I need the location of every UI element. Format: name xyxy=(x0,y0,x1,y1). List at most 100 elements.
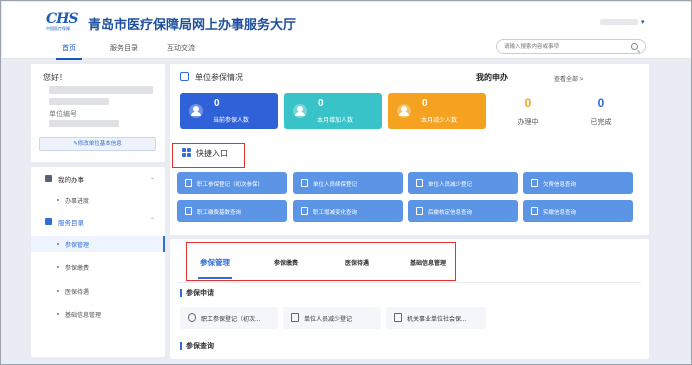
sidebar-group-service-catalog[interactable]: 服务目录 ⌃ xyxy=(31,214,165,230)
sidebar-group-label: 服务目录 xyxy=(58,220,84,227)
item-label: 职工参保登记（初次... xyxy=(201,317,261,323)
stat-value: 0 xyxy=(214,98,220,109)
sidebar-menu: 我的办事 ⌄ 办事进度 服务目录 ⌃ 参保管理 参保缴费 医保待遇 基础信息管理 xyxy=(31,167,165,357)
sidebar-item-medical-benefits[interactable]: 医保待遇 xyxy=(31,283,165,299)
stat-label: 当前参保人数 xyxy=(213,118,250,124)
tabs-divider xyxy=(178,282,641,283)
item-label: 机关事业单位社会保... xyxy=(407,317,467,323)
page-frame: CHS 中国医疗保障 青岛市医疗保障局网上办事服务大厅 ▾ 首页 服务目录 互动… xyxy=(0,0,692,365)
quick-btn-back-payment-query[interactable]: 后缴核定信息查询 xyxy=(408,200,518,222)
tab-basic-info[interactable]: 基础信息管理 xyxy=(410,258,446,267)
sidebar-item-enrollment-management[interactable]: 参保管理 xyxy=(31,236,165,252)
form-icon xyxy=(416,207,423,215)
todo-value: 0 xyxy=(597,96,605,110)
quick-btn-renewal[interactable]: 单位人员续保登记 xyxy=(293,172,403,194)
blurred-unit-name-2 xyxy=(49,98,109,105)
todo-value: 0 xyxy=(524,96,532,110)
nav-tab-service-catalog[interactable]: 服务目录 xyxy=(110,43,138,59)
stat-tile-current-insured[interactable]: 0 当前参保人数 xyxy=(180,93,278,129)
catalog-icon xyxy=(45,218,52,225)
unit-number-label: 单位编号 xyxy=(49,111,77,118)
quick-btn-arrears-query[interactable]: 欠费信息查询 xyxy=(523,172,633,194)
site-title: 青岛市医疗保障局网上办事服务大厅 xyxy=(88,17,297,32)
quick-btn-label: 欠费信息查询 xyxy=(543,182,577,188)
sidebar-item-label: 办事进度 xyxy=(65,199,90,205)
document-icon xyxy=(291,313,299,322)
quick-btn-label: 单位人员减少登记 xyxy=(428,182,473,188)
sidebar-item-label: 参保管理 xyxy=(65,243,90,249)
stat-label: 本月增加人数 xyxy=(317,118,354,124)
document-icon xyxy=(394,313,402,322)
stat-value: 0 xyxy=(318,98,324,109)
quick-btn-employee-first-enrollment[interactable]: 职工参保登记（初次参保） xyxy=(177,172,287,194)
todo-in-progress[interactable]: 0 办理中 xyxy=(498,96,558,127)
search-icon[interactable] xyxy=(631,43,638,50)
nav-tab-interaction[interactable]: 互动交流 xyxy=(167,43,195,59)
quick-entry-heading: 快捷入口 xyxy=(182,148,228,159)
sidebar-group-label: 我的办事 xyxy=(58,177,84,184)
blurred-unit-name xyxy=(49,86,153,94)
building-icon xyxy=(180,72,189,81)
sidebar-item-label: 基础信息管理 xyxy=(65,313,102,319)
item-unit-reduction[interactable]: 单位人员减少登记 xyxy=(283,307,381,329)
greeting: 您好！ xyxy=(43,73,67,82)
document-icon xyxy=(45,175,52,182)
user-icon xyxy=(189,104,203,118)
plus-circle-icon xyxy=(188,313,196,322)
stat-value: 0 xyxy=(422,98,428,109)
user-menu[interactable]: ▾ xyxy=(600,18,646,26)
sidebar-item-basic-info[interactable]: 基础信息管理 xyxy=(31,306,165,322)
chs-logo: CHS 中国医疗保障 xyxy=(46,11,80,33)
chevron-down-icon: ⌄ xyxy=(149,175,155,181)
user-remove-icon xyxy=(397,104,411,118)
search-input[interactable] xyxy=(504,40,622,53)
quick-btn-change-query[interactable]: 职工增减变化查询 xyxy=(293,200,403,222)
item-label: 单位人员减少登记 xyxy=(304,317,353,323)
todo-completed[interactable]: 0 已完成 xyxy=(571,96,631,127)
quick-entry-title: 快捷入口 xyxy=(196,149,228,158)
grid-icon xyxy=(182,148,191,157)
view-all-link[interactable]: 查看全部 > xyxy=(554,74,583,83)
item-employee-first-enrollment[interactable]: 职工参保登记（初次... xyxy=(180,307,278,329)
tab-enrollment-management[interactable]: 参保管理 xyxy=(198,257,232,279)
bullet-icon xyxy=(57,290,59,292)
tab-medical-benefits[interactable]: 医保待遇 xyxy=(345,258,369,267)
form-icon xyxy=(416,179,423,187)
unit-enrollment-title: 单位参保情况 xyxy=(195,73,243,82)
quick-btn-base-query[interactable]: 职工缴费基数查询 xyxy=(177,200,287,222)
enrollment-query-heading: 参保查询 xyxy=(180,341,214,351)
quick-btn-reduction[interactable]: 单位人员减少登记 xyxy=(408,172,518,194)
sidebar-item-label: 参保缴费 xyxy=(65,266,90,272)
service-tabs-card: 参保管理 参保缴费 医保待遇 基础信息管理 参保申请 职工参保登记（初次... … xyxy=(170,239,649,359)
edit-unit-info-button[interactable]: ✎修改单位基本信息 xyxy=(39,137,156,151)
logo-mark: CHS xyxy=(46,11,79,27)
sidebar-item-label: 医保待遇 xyxy=(65,290,90,296)
stat-tile-monthly-added[interactable]: 0 本月增加人数 xyxy=(284,93,382,129)
search-box[interactable] xyxy=(496,39,646,54)
form-icon xyxy=(531,179,538,187)
form-icon xyxy=(301,179,308,187)
quick-btn-label: 职工参保登记（初次参保） xyxy=(197,182,264,188)
caret-down-icon[interactable]: ▾ xyxy=(641,18,645,26)
tab-enrollment-payment[interactable]: 参保缴费 xyxy=(274,258,298,267)
quick-entry-highlight: 快捷入口 xyxy=(172,143,245,168)
bullet-icon xyxy=(57,243,59,245)
chevron-up-icon: ⌃ xyxy=(149,218,155,224)
nav-tab-home[interactable]: 首页 xyxy=(56,43,82,60)
item-institution-social-insurance[interactable]: 机关事业单位社会保... xyxy=(386,307,486,329)
bullet-icon xyxy=(57,313,59,315)
sidebar-item-enrollment-payment[interactable]: 参保缴费 xyxy=(31,259,165,275)
logo-subtitle: 中国医疗保障 xyxy=(46,26,70,31)
stat-tile-monthly-reduced[interactable]: 0 本月减少人数 xyxy=(388,93,486,129)
quick-btn-label: 职工缴费基数查询 xyxy=(197,210,242,216)
form-icon xyxy=(531,207,538,215)
bullet-icon xyxy=(57,266,59,268)
my-applications-heading: 我的申办 xyxy=(476,73,508,82)
quick-btn-actual-payment-query[interactable]: 实缴信息查询 xyxy=(523,200,633,222)
user-add-icon xyxy=(293,104,307,118)
sidebar-item-progress[interactable]: 办事进度 xyxy=(31,192,165,208)
sidebar-group-my-affairs[interactable]: 我的办事 ⌄ xyxy=(31,171,165,187)
blurred-unit-number xyxy=(49,120,119,127)
top-header: CHS 中国医疗保障 青岛市医疗保障局网上办事服务大厅 ▾ 首页 服务目录 互动… xyxy=(2,2,691,60)
enrollment-application-heading: 参保申请 xyxy=(180,288,214,298)
